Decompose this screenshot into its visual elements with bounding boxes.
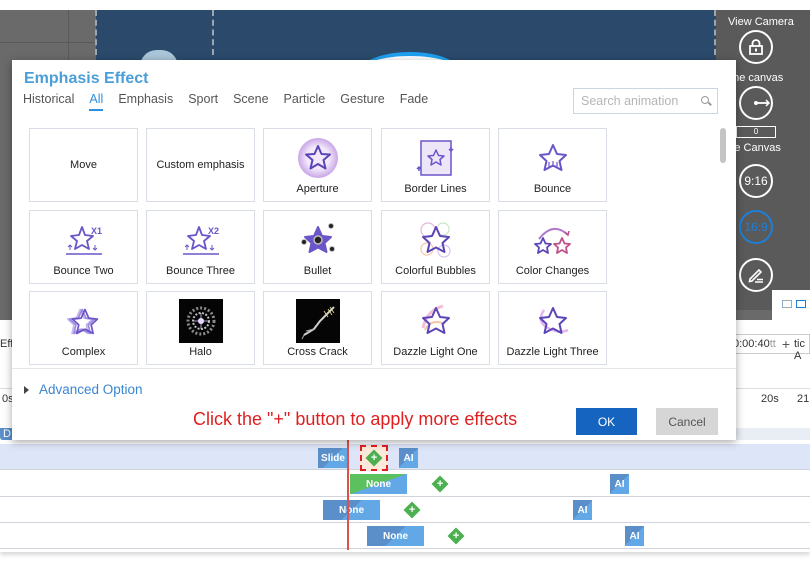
effect-clip[interactable]: AI	[625, 526, 644, 546]
effect-card-colorful-bubbles[interactable]: Colorful Bubbles	[381, 210, 490, 284]
svg-text:X1: X1	[91, 226, 102, 236]
bounce-x1-star-icon: X1	[62, 218, 106, 262]
ratio-16-9-button[interactable]: 16:9	[739, 210, 773, 244]
effect-clip[interactable]: None	[367, 526, 424, 546]
effect-clip[interactable]: Slide	[318, 448, 348, 468]
tab-scene[interactable]: Scene	[233, 92, 268, 111]
effect-clip[interactable]: None	[350, 474, 407, 494]
effect-label: Bounce Three	[166, 264, 235, 277]
effect-card-dazzle-light-three[interactable]: Dazzle Light Three	[498, 291, 607, 365]
tab-sport[interactable]: Sport	[188, 92, 218, 111]
effect-label: Halo	[189, 345, 212, 358]
effect-card-color-changes[interactable]: Color Changes	[498, 210, 607, 284]
effect-card-bounce-three[interactable]: X2 Bounce Three	[146, 210, 255, 284]
effect-card-custom-emphasis[interactable]: Custom emphasis	[146, 128, 255, 202]
rotate-dial-icon[interactable]	[739, 86, 773, 120]
rotate-value-input[interactable]: 0	[736, 126, 776, 138]
tab-all[interactable]: All	[89, 92, 104, 111]
expand-triangle-icon	[24, 385, 29, 394]
colorful-bubbles-star-icon	[414, 218, 458, 262]
dazzle-light-three-star-icon	[531, 299, 575, 343]
effect-card-move[interactable]: Move	[29, 128, 138, 202]
search-icon[interactable]	[701, 96, 709, 104]
effect-label: Border Lines	[404, 182, 467, 195]
effect-label: Dazzle Light Three	[506, 345, 599, 358]
time-suffix: tt	[769, 338, 776, 350]
add-time-button[interactable]: +	[782, 336, 790, 352]
effect-label: Colorful Bubbles	[395, 264, 476, 277]
page-icon[interactable]	[782, 300, 792, 308]
effect-card-bullet[interactable]: Bullet	[263, 210, 372, 284]
effect-label: Color Changes	[515, 264, 590, 277]
preview-icon[interactable]	[796, 300, 806, 308]
dialog-title: Emphasis Effect	[24, 70, 149, 87]
effect-label: Cross Crack	[287, 345, 348, 358]
effect-label: Bounce	[533, 182, 572, 195]
ruler-tick: 20s	[761, 393, 779, 405]
ok-button[interactable]: OK	[576, 408, 637, 435]
effect-clip[interactable]: AI	[399, 448, 418, 468]
cancel-button[interactable]: Cancel	[656, 408, 718, 435]
effect-card-bounce[interactable]: Bounce	[498, 128, 607, 202]
effect-label: Complex	[61, 345, 106, 358]
effect-clip[interactable]: AI	[573, 500, 592, 520]
advanced-option-toggle[interactable]: Advanced Option	[24, 382, 143, 397]
color-changes-star-icon	[531, 218, 575, 262]
right-edge-label: tic A	[794, 338, 805, 362]
tab-emphasis[interactable]: Emphasis	[118, 92, 173, 111]
divider	[12, 368, 736, 369]
bounce-star-icon	[531, 136, 575, 180]
effect-label: Custom emphasis	[156, 159, 245, 171]
canvas-guide-line	[95, 10, 97, 55]
search-input[interactable]	[581, 94, 691, 108]
ruler-tick: 21	[797, 393, 810, 405]
grid-line	[0, 42, 96, 43]
complex-star-icon	[62, 299, 106, 343]
effect-card-border-lines[interactable]: Border Lines	[381, 128, 490, 202]
lock-icon[interactable]	[739, 30, 773, 64]
view-camera-label: View Camera	[728, 16, 794, 28]
tab-gesture[interactable]: Gesture	[340, 92, 384, 111]
effect-card-bounce-two[interactable]: X1 Bounce Two	[29, 210, 138, 284]
tab-fade[interactable]: Fade	[400, 92, 429, 111]
ratio-9-16-button[interactable]: 9:16	[739, 164, 773, 198]
effect-label: Dazzle Light One	[393, 345, 478, 358]
effect-label: Bullet	[303, 264, 332, 277]
effect-card-cross-crack[interactable]: Cross Crack	[263, 291, 372, 365]
effect-clip[interactable]: None	[323, 500, 380, 520]
halo-thumbnail	[178, 298, 223, 343]
effects-grid: Move Custom emphasis Aperture Border Lin…	[26, 126, 722, 370]
hint-text: Click the "+" button to apply more effec…	[193, 409, 518, 429]
svg-text:X2: X2	[208, 226, 219, 236]
edit-pen-icon[interactable]	[739, 258, 773, 292]
category-tabs: Historical All Emphasis Sport Scene Part…	[23, 92, 443, 111]
cross-crack-thumbnail	[295, 298, 340, 343]
playhead[interactable]	[347, 440, 349, 550]
advanced-option-label: Advanced Option	[39, 382, 143, 397]
bounce-x2-star-icon: X2	[179, 218, 223, 262]
effect-label: Aperture	[296, 182, 339, 195]
aperture-star-icon	[296, 136, 340, 180]
effect-label: Move	[70, 159, 97, 171]
effect-label: Bounce Two	[53, 264, 114, 277]
dazzle-light-one-star-icon	[414, 299, 458, 343]
emphasis-effect-dialog: Emphasis Effect Historical All Emphasis …	[12, 60, 736, 440]
effects-scrollbar[interactable]	[720, 128, 726, 163]
canvas-guide-line	[212, 10, 214, 55]
effect-card-complex[interactable]: Complex	[29, 291, 138, 365]
effect-clip[interactable]: AI	[610, 474, 629, 494]
bullet-star-icon	[296, 218, 340, 262]
border-lines-star-icon	[414, 136, 458, 180]
search-box	[573, 88, 718, 114]
mini-toolbar	[772, 290, 810, 320]
effect-card-dazzle-light-one[interactable]: Dazzle Light One	[381, 291, 490, 365]
tab-particle[interactable]: Particle	[284, 92, 326, 111]
effect-card-aperture[interactable]: Aperture	[263, 128, 372, 202]
time-value: 0:00:40	[733, 338, 770, 350]
app-window: View Camera ck the canvas 0 otate Canvas…	[0, 0, 810, 568]
effect-card-halo[interactable]: Halo	[146, 291, 255, 365]
tab-historical[interactable]: Historical	[23, 92, 74, 111]
